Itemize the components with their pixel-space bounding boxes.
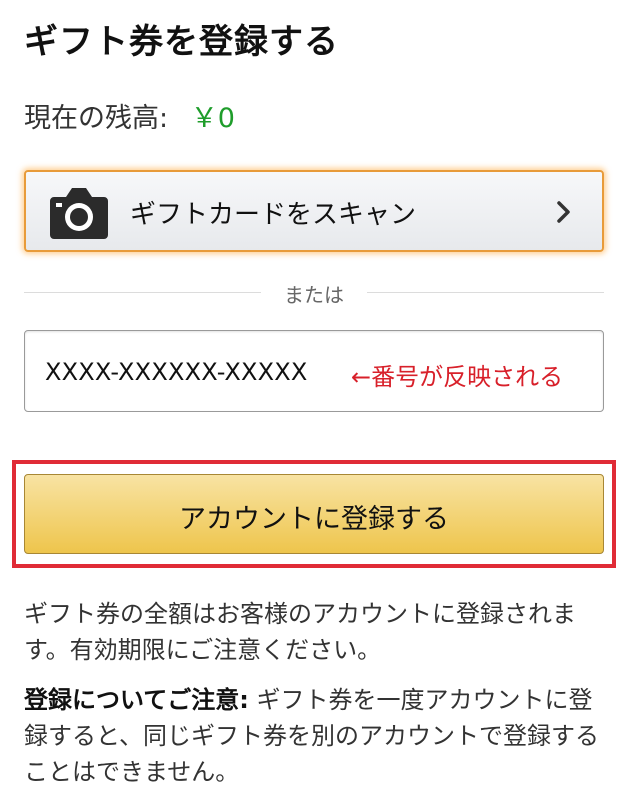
register-to-account-button[interactable]: アカウントに登録する [24,474,604,554]
caution-heading: 登録についてご注意: [24,686,249,714]
balance-amount: ￥0 [190,103,235,134]
claim-code-annotation: ←番号が反映される [351,363,564,391]
balance-row: 現在の残高: ￥0 [24,96,235,135]
claim-code-input[interactable]: XXXX-XXXXXX-XXXXX ←番号が反映される [24,330,604,412]
scan-button-label: ギフトカードをスキャン [130,200,417,230]
caution-text: 登録についてご注意: ギフト券を一度アカウントに登録すると、同じギフト券を別のア… [24,682,614,790]
page-title: ギフト券を登録する [24,22,339,62]
or-text: または [284,283,344,307]
balance-label: 現在の残高: [24,103,169,134]
divider-line-right [367,292,604,293]
camera-icon [50,188,108,239]
claim-code-value: XXXX-XXXXXX-XXXXX [45,358,308,386]
register-button-label: アカウントに登録する [179,504,449,535]
info-text: ギフト券の全額はお客様のアカウントに登録されます。有効期限にご注意ください。 [24,600,576,664]
or-divider: または [24,283,604,307]
chevron-right-icon [557,201,570,223]
gift-card-register-page: ギフト券を登録する 現在の残高: ￥0 ギフトカードをスキャン または XXXX… [0,0,629,800]
scan-gift-card-button[interactable]: ギフトカードをスキャン [24,170,604,252]
